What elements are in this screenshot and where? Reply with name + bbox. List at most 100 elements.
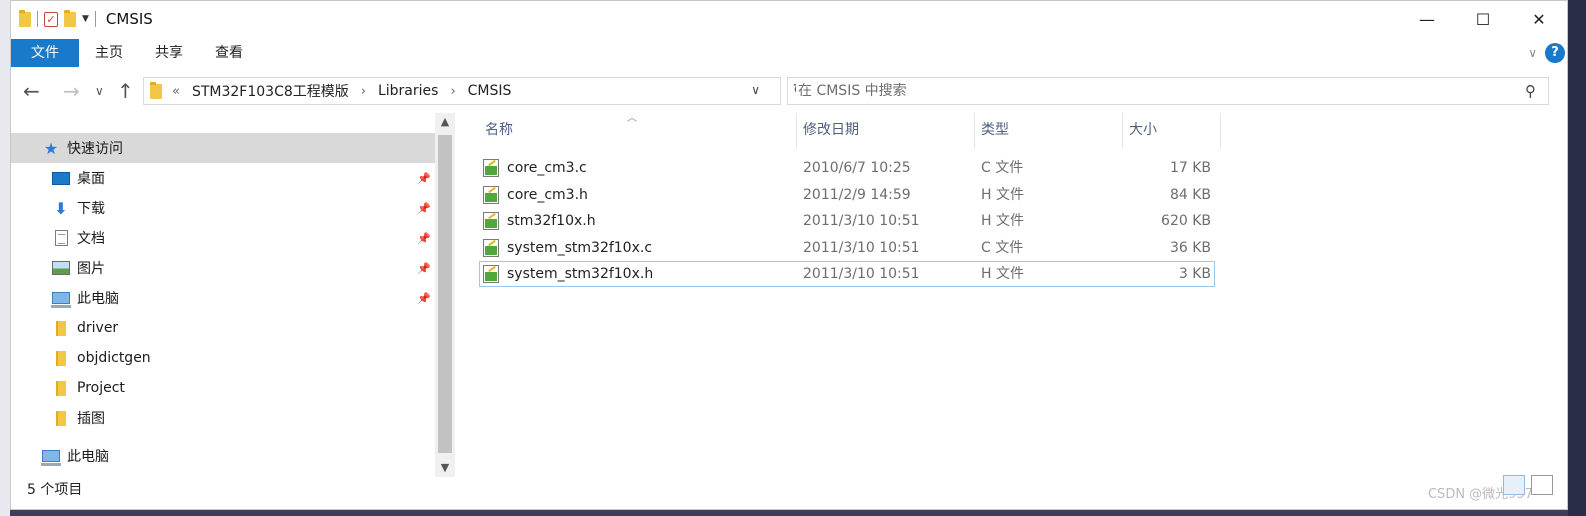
computer-icon: [51, 292, 71, 308]
search-icon[interactable]: ⚲: [1525, 82, 1536, 100]
close-button[interactable]: ✕: [1511, 1, 1567, 37]
file-size: 3 KB: [1178, 266, 1211, 282]
window-controls: — ☐ ✕: [1399, 1, 1567, 37]
pin-icon[interactable]: 📌: [417, 292, 431, 305]
new-folder-icon[interactable]: [64, 9, 76, 27]
background-desktop-edge: [1568, 0, 1586, 516]
search-box: ⚲: [787, 77, 1549, 105]
pictures-icon: [51, 261, 71, 275]
file-list-header: ︿ 名称 修改日期 类型 大小: [479, 113, 1221, 149]
divider: [94, 11, 96, 27]
sidebar-item-downloads[interactable]: ⬇ 下载 📌: [11, 193, 435, 223]
details-view-icon[interactable]: [1503, 475, 1525, 495]
column-header-type[interactable]: 类型: [975, 113, 1123, 149]
sidebar-item-this-pc-pinned[interactable]: 此电脑 📌: [11, 283, 435, 313]
file-date: 2011/3/10 10:51: [803, 213, 920, 229]
maximize-button[interactable]: ☐: [1455, 1, 1511, 37]
tab-home[interactable]: 主页: [79, 39, 139, 67]
sidebar-item-label: 此电脑: [77, 291, 119, 307]
column-header-date[interactable]: 修改日期: [797, 113, 975, 149]
sidebar-item-label: objdictgen: [77, 350, 151, 366]
source-file-icon: [483, 239, 499, 257]
navigation-pane: ★ 快速访问 桌面 📌 ⬇ 下载 📌 文档 📌 图片 📌 此电脑 📌 drive…: [11, 113, 455, 477]
file-name: core_cm3.h: [507, 187, 588, 203]
back-button[interactable]: ←: [23, 79, 40, 103]
file-type: H 文件: [981, 213, 1024, 229]
search-input[interactable]: [796, 82, 1480, 100]
sidebar-item-desktop[interactable]: 桌面 📌: [11, 163, 435, 193]
sidebar-item-label: 此电脑: [67, 449, 109, 465]
folder-icon: [51, 320, 71, 336]
sidebar-item-objdictgen[interactable]: objdictgen: [11, 343, 435, 373]
scroll-up-icon[interactable]: ▲: [435, 113, 455, 131]
sidebar-item-project[interactable]: Project: [11, 373, 435, 403]
breadcrumb-item[interactable]: Libraries: [378, 83, 438, 99]
file-type: H 文件: [981, 266, 1024, 282]
file-row[interactable]: core_cm3.h 2011/2/9 14:59 H 文件 84 KB: [479, 182, 1215, 208]
overflow-chevron[interactable]: «: [172, 84, 180, 99]
breadcrumb-item[interactable]: STM32F103C8工程模版: [192, 81, 349, 101]
pin-icon[interactable]: 📌: [417, 202, 431, 215]
column-header-size[interactable]: 大小: [1123, 113, 1221, 149]
folder-icon: [51, 410, 71, 426]
sidebar-item-label: 快速访问: [67, 141, 123, 157]
file-row[interactable]: stm32f10x.h 2011/3/10 10:51 H 文件 620 KB: [479, 208, 1215, 234]
file-date: 2010/6/7 10:25: [803, 160, 911, 176]
scroll-down-icon[interactable]: ▼: [435, 459, 455, 477]
sidebar-item-driver[interactable]: driver: [11, 313, 435, 343]
folder-icon: [150, 81, 162, 99]
minimize-button[interactable]: —: [1399, 1, 1455, 37]
source-file-icon: [483, 186, 499, 204]
ribbon-right-controls: ∨ ?: [1528, 39, 1567, 67]
ribbon-tabs: 文件 主页 共享 查看 ∨ ?: [11, 39, 1567, 67]
recent-locations-button[interactable]: ∨: [95, 84, 104, 98]
properties-icon[interactable]: ✓: [44, 11, 58, 27]
column-header-name[interactable]: 名称: [479, 113, 797, 149]
file-type: C 文件: [981, 160, 1024, 176]
customize-toolbar-icon[interactable]: ▼: [82, 14, 89, 24]
sidebar-item-quick-access[interactable]: ★ 快速访问: [11, 133, 435, 163]
folder-icon: [51, 350, 71, 366]
desktop-icon: [51, 171, 71, 185]
breadcrumb-separator-icon[interactable]: ›: [450, 84, 455, 99]
address-bar[interactable]: « STM32F103C8工程模版 › Libraries › CMSIS ∨ …: [143, 77, 806, 105]
file-row[interactable]: core_cm3.c 2010/6/7 10:25 C 文件 17 KB: [479, 155, 1215, 181]
file-list: ︿ 名称 修改日期 类型 大小 core_cm3.c 2010/6/7 10:2…: [479, 113, 1239, 313]
expand-ribbon-icon[interactable]: ∨: [1528, 46, 1537, 60]
source-file-icon: [483, 159, 499, 177]
file-date: 2011/3/10 10:51: [803, 266, 920, 282]
sidebar-item-label: Project: [77, 380, 125, 396]
sidebar-item-documents[interactable]: 文档 📌: [11, 223, 435, 253]
tab-file[interactable]: 文件: [11, 39, 79, 67]
navigation-bar: ← → ∨ ↑ « STM32F103C8工程模版 › Libraries › …: [11, 75, 1567, 107]
breadcrumb-item[interactable]: CMSIS: [468, 83, 512, 99]
breadcrumb-separator-icon[interactable]: ›: [361, 84, 366, 99]
folder-icon: [19, 9, 31, 27]
file-row-focused[interactable]: system_stm32f10x.h 2011/3/10 10:51 H 文件 …: [479, 261, 1215, 287]
up-button[interactable]: ↑: [117, 79, 134, 103]
pin-icon[interactable]: 📌: [417, 232, 431, 245]
sidebar-item-label: 插图: [77, 411, 105, 427]
file-date: 2011/2/9 14:59: [803, 187, 911, 203]
tab-share[interactable]: 共享: [139, 39, 199, 67]
file-explorer-window: ✓ ▼ CMSIS — ☐ ✕ 文件 主页 共享 查看 ∨ ? ← → ∨ ↑ …: [10, 0, 1568, 510]
file-type: H 文件: [981, 187, 1024, 203]
sidebar-item-pictures[interactable]: 图片 📌: [11, 253, 435, 283]
large-icons-view-icon[interactable]: [1531, 475, 1553, 495]
quick-access-toolbar: ✓ ▼: [19, 9, 96, 27]
sidebar-item-this-pc[interactable]: 此电脑: [11, 441, 435, 471]
forward-button[interactable]: →: [63, 79, 80, 103]
scrollbar-thumb[interactable]: [438, 135, 452, 453]
pin-icon[interactable]: 📌: [417, 172, 431, 185]
star-icon: ★: [43, 138, 59, 158]
pin-icon[interactable]: 📌: [417, 262, 431, 275]
tab-view[interactable]: 查看: [199, 39, 259, 67]
navigation-pane-scrollbar[interactable]: ▲ ▼: [435, 113, 455, 477]
sidebar-item-illustrations[interactable]: 插图: [11, 403, 435, 433]
file-type: C 文件: [981, 240, 1024, 256]
file-name: system_stm32f10x.c: [507, 240, 653, 256]
help-icon[interactable]: ?: [1545, 43, 1565, 63]
file-size: 17 KB: [1169, 160, 1211, 176]
address-dropdown-icon[interactable]: ∨: [751, 83, 760, 97]
file-row[interactable]: system_stm32f10x.c 2011/3/10 10:51 C 文件 …: [479, 235, 1215, 261]
